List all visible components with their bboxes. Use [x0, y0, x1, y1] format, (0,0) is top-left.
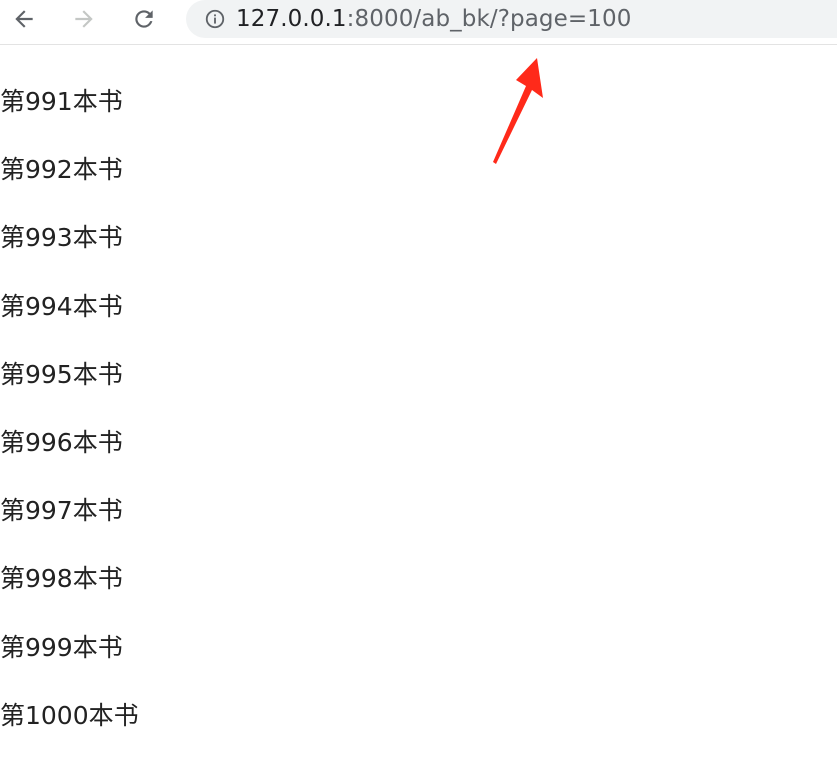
list-item: 第991本书	[0, 87, 123, 116]
browser-toolbar: 127.0.0.1:8000/ab_bk/?page=100	[0, 0, 837, 45]
back-button[interactable]	[8, 4, 40, 34]
arrow-right-icon	[75, 10, 93, 28]
list-item: 第998本书	[0, 564, 123, 594]
list-item: 第993本书	[0, 223, 123, 253]
arrow-left-icon	[15, 10, 33, 28]
list-item: 第994本书	[0, 291, 123, 321]
url-text[interactable]: 127.0.0.1:8000/ab_bk/?page=100	[236, 5, 631, 33]
forward-button[interactable]	[68, 4, 100, 34]
address-bar[interactable]: 127.0.0.1:8000/ab_bk/?page=100	[186, 0, 837, 38]
list-item: 第999本书	[0, 632, 123, 662]
info-circle-icon[interactable]	[204, 8, 226, 30]
red-arrow-icon	[493, 58, 543, 164]
url-host: 127.0.0.1	[236, 6, 347, 32]
url-path: :8000/ab_bk/?page=100	[346, 6, 632, 32]
list-item: 第992本书	[0, 155, 123, 185]
list-item: 第996本书	[0, 427, 123, 457]
reload-button[interactable]	[128, 4, 160, 34]
reload-icon	[135, 10, 153, 28]
book-list: 第991本书 第992本书 第993本书 第994本书 第995本书 第996本…	[0, 82, 139, 764]
list-item: 第995本书	[0, 359, 123, 389]
list-item: 第1000本书	[0, 700, 139, 730]
list-item: 第997本书	[0, 496, 123, 526]
